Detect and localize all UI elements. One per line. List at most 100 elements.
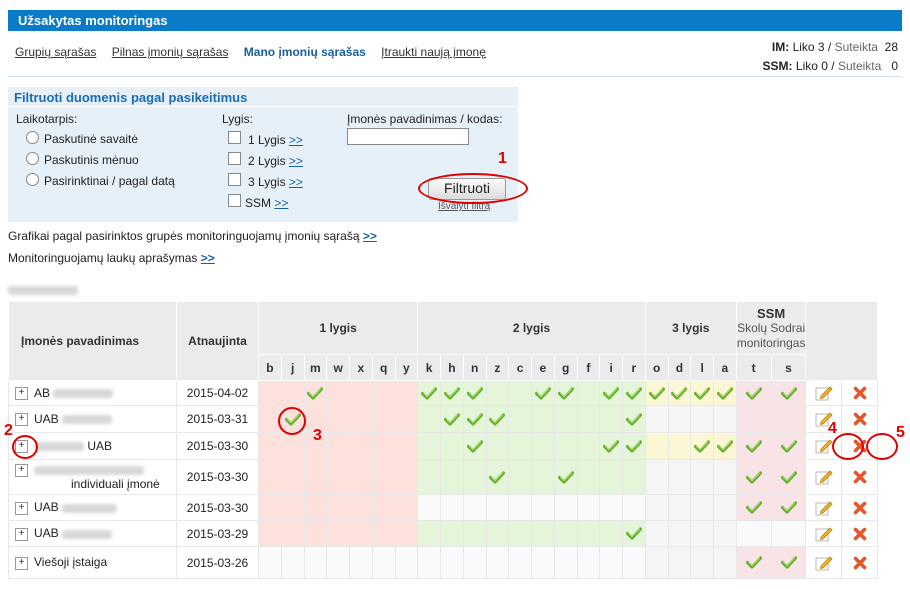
cell-r[interactable]	[622, 405, 646, 433]
edit-icon[interactable]	[806, 469, 841, 485]
radio-custom[interactable]	[26, 173, 39, 186]
cell-n[interactable]	[462, 405, 487, 433]
cell-s[interactable]	[770, 546, 807, 579]
cell-n[interactable]	[462, 380, 487, 406]
column-header-l: l	[690, 354, 714, 381]
check-icon	[772, 470, 806, 484]
cell-z	[485, 520, 510, 547]
cell-s[interactable]	[770, 380, 807, 406]
expand-row-button[interactable]: +	[15, 413, 28, 427]
cell-t[interactable]	[735, 380, 772, 406]
expand-row-button[interactable]: +	[15, 464, 28, 478]
header-level-3: 3 lygis	[644, 301, 737, 355]
radio-last-week[interactable]	[26, 131, 39, 144]
level-3-more-link[interactable]: >>	[289, 175, 303, 189]
cell-t[interactable]	[735, 459, 772, 495]
cell-e[interactable]	[531, 380, 555, 406]
cell-s[interactable]	[770, 494, 807, 521]
nav-full-list[interactable]: Pilnas įmonių sąrašas	[112, 45, 229, 59]
ssm-more-link[interactable]: >>	[274, 196, 288, 210]
check-icon	[737, 501, 771, 514]
cell-m	[303, 459, 328, 495]
cell-i[interactable]	[599, 380, 623, 406]
cell-s[interactable]	[770, 432, 807, 460]
delete-icon[interactable]	[842, 527, 877, 541]
cell-a[interactable]	[713, 380, 737, 406]
column-header-k: k	[417, 354, 441, 381]
check-icon	[772, 386, 806, 400]
cell-l[interactable]	[690, 380, 714, 406]
nav-my-list[interactable]: Mano įmonių sąrašas	[244, 45, 366, 59]
cell-t[interactable]	[735, 494, 772, 521]
checkbox-level-1[interactable]	[228, 131, 241, 144]
cell-t[interactable]	[735, 546, 772, 579]
cell-z[interactable]	[485, 405, 510, 433]
delete-cell	[841, 380, 879, 406]
cell-d	[667, 459, 692, 495]
delete-icon[interactable]	[842, 386, 877, 400]
cell-h[interactable]	[440, 405, 464, 433]
cell-n[interactable]	[462, 432, 487, 460]
cell-x	[349, 432, 373, 460]
radio-last-month[interactable]	[26, 152, 39, 165]
cell-y	[394, 405, 419, 433]
cell-h	[440, 432, 464, 460]
cell-d[interactable]	[667, 380, 692, 406]
header-company-name: Įmonės pavadinimas	[8, 301, 177, 381]
cell-h[interactable]	[440, 380, 464, 406]
column-header-m: m	[303, 354, 328, 381]
check-icon	[772, 501, 806, 514]
cell-e	[531, 546, 555, 579]
cell-l[interactable]	[690, 432, 714, 460]
cell-g[interactable]	[553, 380, 578, 406]
edit-icon[interactable]	[806, 500, 841, 516]
cell-r[interactable]	[622, 432, 646, 460]
cell-o	[644, 405, 669, 433]
cell-z[interactable]	[485, 459, 510, 495]
checkbox-ssm[interactable]	[228, 194, 241, 207]
cell-f	[576, 405, 601, 433]
cell-r[interactable]	[622, 380, 646, 406]
cell-k[interactable]	[417, 380, 441, 406]
cell-g[interactable]	[553, 459, 578, 495]
delete-icon[interactable]	[842, 556, 877, 570]
charts-more-link[interactable]: >>	[363, 229, 377, 243]
cell-a[interactable]	[713, 432, 737, 460]
cell-q	[371, 380, 396, 406]
cell-r	[622, 494, 646, 521]
cell-m[interactable]	[303, 380, 328, 406]
edit-icon[interactable]	[806, 555, 841, 571]
expand-row-button[interactable]: +	[15, 527, 28, 541]
period-option-month: Paskutinis mėnuo	[44, 153, 139, 167]
cell-s[interactable]	[770, 459, 807, 495]
cell-o[interactable]	[644, 380, 669, 406]
fields-info: Monitoringuojamų laukų aprašymas >>	[8, 251, 215, 265]
cell-t[interactable]	[735, 432, 772, 460]
im-label: IM:	[771, 40, 790, 54]
nav-groups[interactable]: Grupių sąrašas	[15, 45, 96, 59]
cell-i[interactable]	[599, 432, 623, 460]
checkbox-level-2[interactable]	[228, 152, 241, 165]
delete-icon[interactable]	[842, 501, 877, 515]
expand-row-button[interactable]: +	[15, 387, 28, 401]
level-2-more-link[interactable]: >>	[289, 154, 303, 168]
delete-icon[interactable]	[842, 470, 877, 484]
nav-add-company[interactable]: Įtraukti naują įmonę	[381, 45, 486, 59]
expand-row-button[interactable]: +	[15, 556, 28, 570]
check-icon	[623, 439, 645, 453]
checkbox-level-3[interactable]	[228, 173, 241, 186]
edit-icon[interactable]	[806, 526, 841, 542]
delete-icon[interactable]	[842, 412, 877, 426]
fields-more-link[interactable]: >>	[201, 251, 215, 265]
delete-cell	[841, 546, 879, 579]
cell-r[interactable]	[622, 520, 646, 547]
company-name-input[interactable]	[347, 128, 469, 145]
edit-icon[interactable]	[806, 385, 841, 401]
cell-f	[576, 380, 601, 406]
level-1-more-link[interactable]: >>	[289, 133, 303, 147]
expand-row-button[interactable]: +	[15, 501, 28, 515]
cell-a	[713, 459, 737, 495]
cell-k	[417, 432, 441, 460]
cell-r	[622, 459, 646, 495]
check-icon	[532, 386, 554, 400]
